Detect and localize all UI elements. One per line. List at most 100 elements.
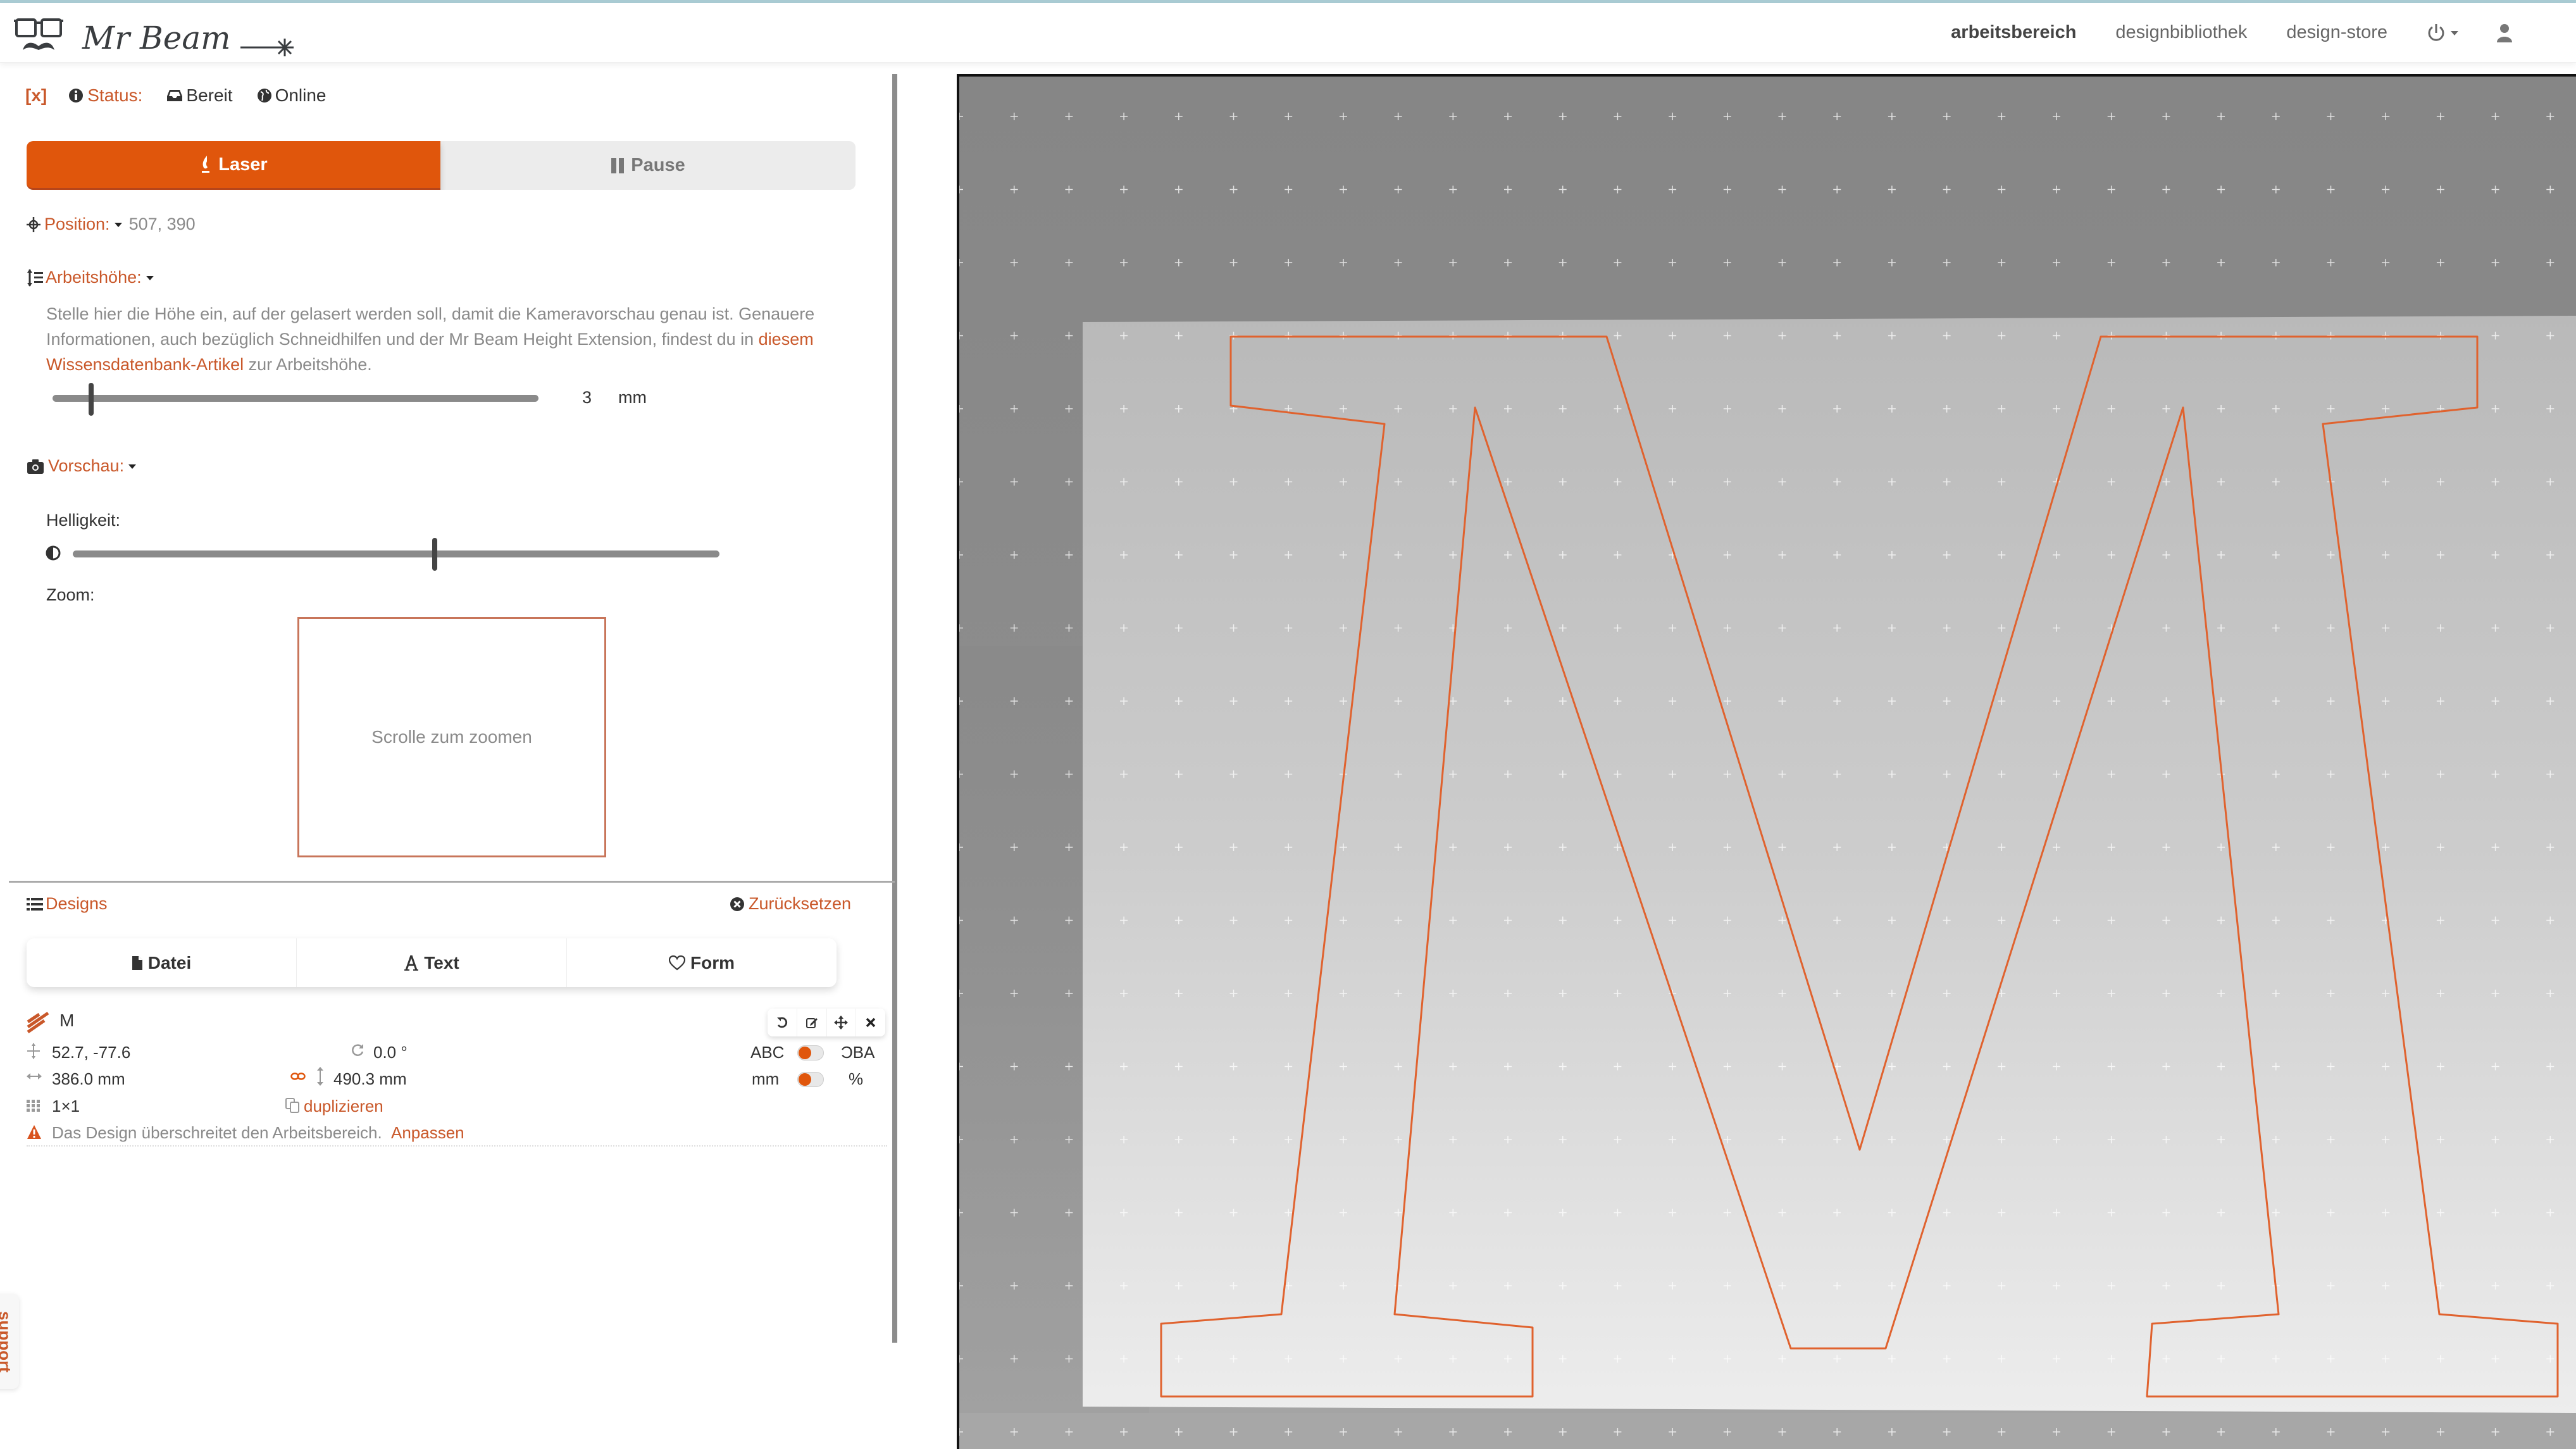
unit-label-left: mm (752, 1069, 780, 1088)
brightness-label: Helligkeit: (46, 511, 121, 530)
rotate-icon (352, 1044, 364, 1056)
move-icon (27, 1043, 40, 1059)
add-design-group: Datei Text Form (27, 938, 837, 987)
position-value: 507, 390 (128, 215, 196, 233)
designs-header: Designs (27, 894, 108, 914)
laser-button[interactable]: Laser (27, 141, 440, 190)
reset-designs-button[interactable]: Zurücksetzen (730, 894, 851, 914)
font-icon (404, 955, 419, 971)
text-height-icon (27, 268, 43, 287)
work-area-canvas[interactable] (959, 77, 2576, 1449)
list-separator (27, 1145, 887, 1147)
design-multiply[interactable]: 1×1 (52, 1097, 80, 1116)
design-thumbnail-icon (27, 1009, 53, 1033)
nav-designbibliothek[interactable]: designbibliothek (2115, 22, 2247, 43)
section-divider (9, 881, 895, 883)
unit-label-right: % (849, 1069, 864, 1088)
power-icon (2428, 23, 2444, 41)
main-nav: arbeitsbereich designbibliothek design-s… (1951, 3, 2576, 62)
laser-button-label: Laser (218, 154, 268, 175)
work-height-slider-thumb[interactable] (89, 383, 94, 416)
grid-icon (27, 1100, 40, 1112)
remove-design-button[interactable] (856, 1009, 885, 1036)
nav-design-store[interactable]: design-store (2286, 22, 2387, 43)
brightness-slider[interactable] (73, 550, 719, 557)
reset-transform-button[interactable] (768, 1009, 797, 1036)
svg-text:Mr Beam: Mr Beam (82, 20, 231, 56)
design-name[interactable]: M (59, 1011, 74, 1031)
height-icon (317, 1067, 323, 1086)
globe-icon (257, 88, 272, 103)
brightness-slider-thumb[interactable] (432, 538, 438, 571)
add-text-label: Text (424, 952, 459, 973)
status-label: Status: (87, 85, 143, 105)
pause-button[interactable]: Pause (440, 141, 856, 190)
work-height-description: Stelle hier die Höhe ein, auf der gelase… (46, 301, 850, 377)
zoom-preview-box[interactable]: Scrolle zum zoomen (297, 617, 606, 857)
design-height[interactable]: 490.3 mm (333, 1069, 407, 1089)
position-toggle[interactable]: Position: (44, 215, 110, 234)
nav-arbeitsbereich[interactable]: arbeitsbereich (1951, 22, 2076, 43)
caret-down-icon (128, 464, 137, 469)
add-file-button[interactable]: Datei (27, 938, 297, 987)
glasses-mustache-icon (14, 18, 63, 37)
work-height-text-post: zur Arbeitshöhe. (244, 355, 372, 374)
zoom-label: Zoom: (46, 585, 95, 604)
sidebar-scrollbar[interactable] (892, 74, 897, 1343)
support-label: support (0, 1310, 15, 1372)
duplicate-link[interactable]: duplizieren (304, 1097, 383, 1116)
support-tab[interactable]: support (0, 1294, 19, 1389)
undo-icon (776, 1017, 787, 1028)
work-area[interactable] (957, 74, 2576, 1449)
user-icon (2497, 23, 2512, 42)
power-menu-button[interactable] (2427, 23, 2460, 43)
design-position[interactable]: 52.7, -77.6 (52, 1043, 130, 1062)
mr-beam-logo[interactable]: Mr Beam (13, 13, 297, 58)
laser-control-group: Laser Pause (27, 141, 856, 190)
app-header: Mr Beam arbeitsbereich designbibliothek … (0, 3, 2576, 63)
add-text-button[interactable]: Text (297, 938, 567, 987)
width-icon (27, 1073, 42, 1079)
inbox-icon (166, 89, 183, 102)
preview-toggle[interactable]: Vorschau: (48, 456, 124, 476)
collapse-sidebar-button[interactable]: [x] (25, 85, 47, 106)
machine-state: Bereit (186, 85, 233, 105)
status-row: [x] Status: Bereit Online (25, 85, 327, 106)
crosshairs-icon (27, 216, 40, 232)
edit-icon (806, 1018, 818, 1028)
user-menu-button[interactable] (2496, 23, 2513, 42)
times-circle-icon (730, 897, 744, 911)
paper-sheet (1083, 316, 2576, 1413)
designs-title: Designs (46, 894, 108, 913)
move-design-button[interactable] (827, 1009, 857, 1036)
work-height-slider[interactable] (53, 395, 538, 402)
fit-design-link[interactable]: Anpassen (391, 1123, 464, 1143)
laser-spark-icon (240, 39, 294, 56)
design-width[interactable]: 386.0 mm (52, 1069, 125, 1089)
design-warning: Das Design überschreitet den Arbeitsbere… (52, 1123, 382, 1142)
link-icon[interactable] (290, 1072, 306, 1081)
pause-button-label: Pause (631, 155, 685, 175)
work-height-unit: mm (618, 388, 647, 407)
position-row: Position: 507, 390 (27, 215, 196, 234)
zoom-hint: Scrolle zum zoomen (371, 727, 532, 747)
work-height-toggle[interactable]: Arbeitshöhe: (46, 268, 142, 287)
info-icon (68, 88, 84, 103)
list-icon (27, 897, 43, 911)
warning-icon (27, 1125, 41, 1139)
mirror-label-right: ƆBA (841, 1043, 875, 1062)
fire-icon (202, 156, 210, 173)
mirror-toggle[interactable] (797, 1045, 824, 1060)
add-shape-label: Form (690, 952, 735, 973)
add-file-label: Datei (147, 952, 192, 973)
edit-design-button[interactable] (797, 1009, 827, 1036)
close-icon (866, 1017, 876, 1028)
add-shape-button[interactable]: Form (567, 938, 837, 987)
copy-icon (285, 1098, 299, 1113)
file-icon (132, 955, 142, 970)
design-rotation[interactable]: 0.0 ° (373, 1043, 408, 1062)
connection-state: Online (275, 85, 327, 105)
caret-down-icon (2451, 30, 2458, 35)
unit-toggle[interactable] (797, 1072, 824, 1087)
caret-down-icon (114, 222, 122, 227)
